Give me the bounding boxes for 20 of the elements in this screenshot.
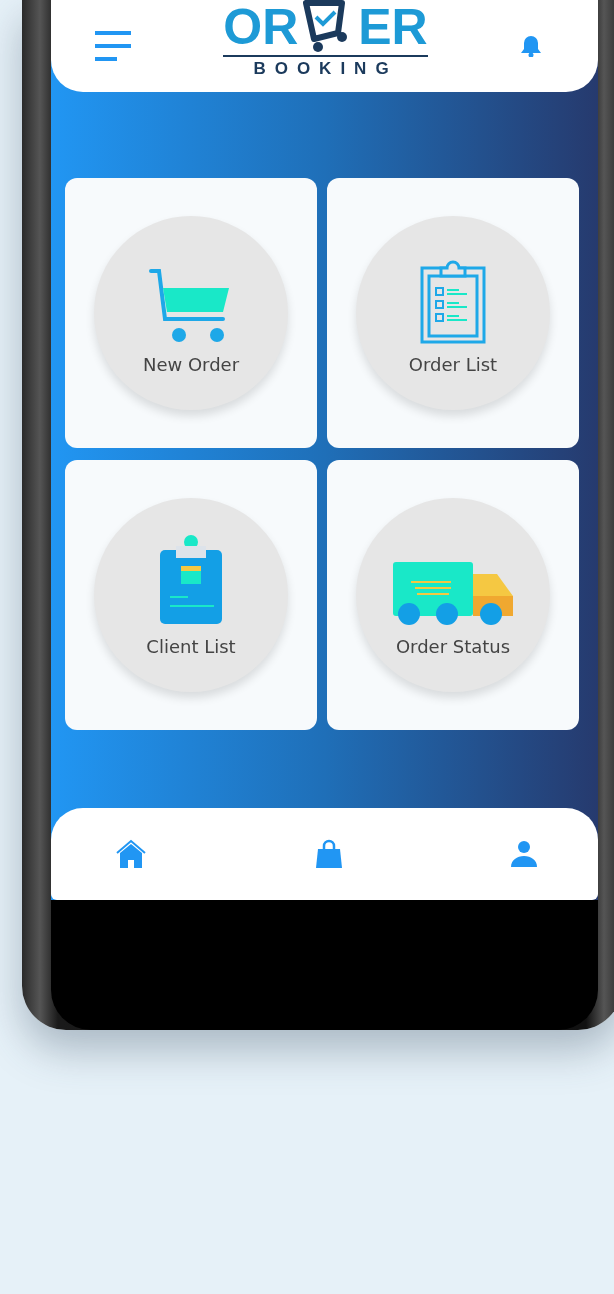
- menu-tile[interactable]: Order List: [327, 178, 579, 448]
- menu-tile[interactable]: Order Status: [327, 460, 579, 730]
- tile-label: Order List: [408, 353, 498, 375]
- logo-subtitle: BOOKING: [253, 59, 398, 79]
- logo-text: OR: [223, 0, 299, 55]
- menu-tile[interactable]: Client List: [65, 460, 317, 730]
- user-icon[interactable]: [510, 840, 538, 868]
- notification-button[interactable]: [520, 35, 542, 57]
- tile-label: Order Status: [395, 635, 511, 657]
- tile-label: New Order: [142, 353, 240, 375]
- menu-icon: [95, 30, 131, 62]
- tile-label: Client List: [146, 635, 236, 657]
- bell-icon: [520, 35, 542, 57]
- menu-tile[interactable]: New Order: [65, 178, 317, 448]
- truck-icon: [391, 559, 515, 626]
- menu-button[interactable]: [95, 30, 131, 62]
- clipboard-icon: [158, 533, 224, 626]
- logo-text: ER: [358, 0, 428, 55]
- home-icon[interactable]: [115, 839, 147, 869]
- shopping-bag-icon[interactable]: [314, 839, 343, 869]
